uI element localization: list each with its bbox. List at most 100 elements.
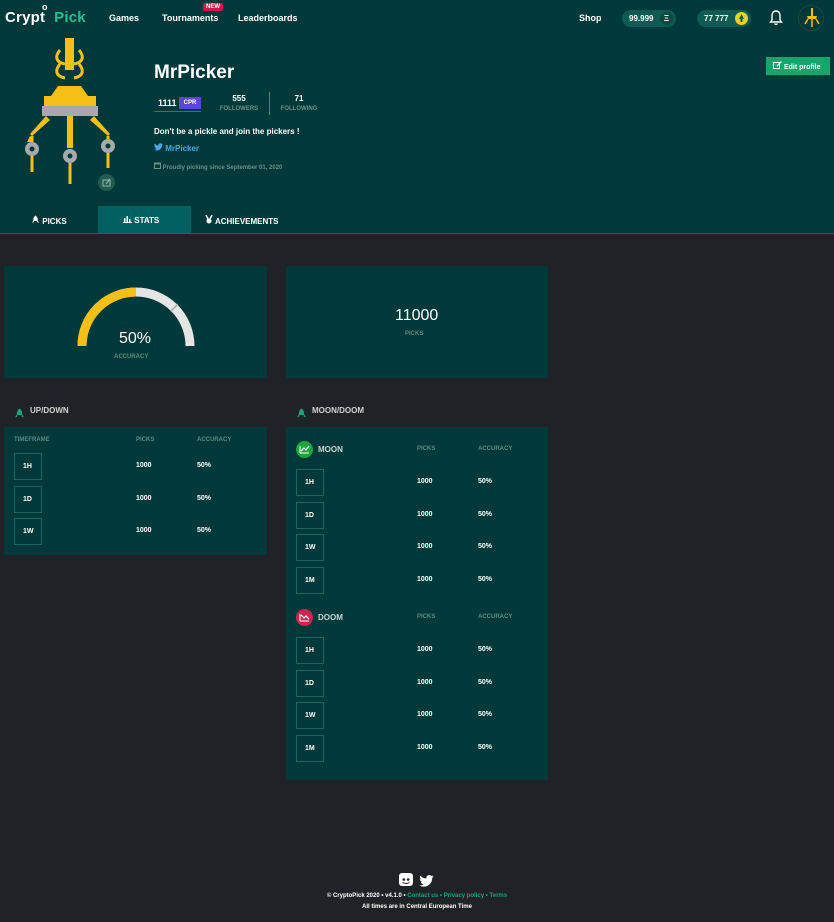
moon-timeframe-1m[interactable]: 1M bbox=[296, 567, 324, 594]
moon-picks: 1000 bbox=[417, 478, 433, 485]
coin-balance-value: 77 777 bbox=[704, 14, 729, 23]
moon-picks: 1000 bbox=[417, 511, 433, 518]
nav-shop[interactable]: Shop bbox=[579, 13, 602, 23]
doom-picks: 1000 bbox=[417, 711, 433, 718]
doom-col-picks: PICKS bbox=[417, 614, 436, 620]
updown-accuracy: 50% bbox=[197, 462, 212, 469]
twitter-handle: MrPicker bbox=[165, 144, 200, 153]
trend-down-icon bbox=[296, 609, 313, 626]
trend-up-icon bbox=[296, 441, 313, 458]
edit-icon bbox=[773, 61, 782, 71]
doom-timeframe-1m[interactable]: 1M bbox=[296, 735, 324, 762]
updown-title: UP/DOWN bbox=[30, 406, 69, 415]
tab-picks-label: PICKS bbox=[42, 217, 67, 226]
moon-col-picks: PICKS bbox=[417, 446, 436, 452]
tab-achievements[interactable]: ACHIEVEMENTS bbox=[205, 206, 305, 233]
moon-timeframe-1w[interactable]: 1W bbox=[296, 534, 324, 561]
col-timeframe: TIMEFRAME bbox=[14, 437, 50, 443]
coin-icon bbox=[735, 12, 748, 25]
updown-card: TIMEFRAME PICKS ACCURACY 1H 1000 50% 1D … bbox=[4, 427, 267, 555]
edit-avatar-button[interactable] bbox=[98, 174, 115, 191]
doom-accuracy: 50% bbox=[478, 646, 493, 653]
rocket-icon bbox=[14, 405, 25, 423]
eth-balance-pill[interactable]: 99.999 Ξ bbox=[622, 10, 676, 27]
twitter-icon bbox=[154, 143, 163, 153]
new-badge: NEW bbox=[203, 3, 223, 11]
doom-accuracy: 50% bbox=[478, 679, 493, 686]
doom-timeframe-1h[interactable]: 1H bbox=[296, 637, 324, 664]
moon-timeframe-1h[interactable]: 1H bbox=[296, 469, 324, 496]
nav-games[interactable]: Games bbox=[109, 13, 139, 23]
following-count[interactable]: 71 bbox=[274, 94, 324, 103]
moon-label: MOON bbox=[318, 445, 343, 454]
doom-timeframe-1d[interactable]: 1D bbox=[296, 670, 324, 697]
accuracy-label: ACCURACY bbox=[114, 354, 149, 360]
calendar-icon bbox=[154, 162, 161, 171]
col-picks: PICKS bbox=[136, 437, 155, 443]
updown-accuracy: 50% bbox=[197, 527, 212, 534]
tab-picks[interactable]: PICKS bbox=[31, 206, 97, 233]
twitter-icon[interactable] bbox=[419, 874, 434, 892]
eth-balance-value: 99.999 bbox=[629, 14, 654, 23]
moondoom-title: MOON/DOOM bbox=[312, 406, 364, 415]
rocket-icon bbox=[31, 215, 40, 226]
nav-tournaments[interactable]: Tournaments bbox=[162, 13, 218, 23]
col-accuracy: ACCURACY bbox=[197, 437, 232, 443]
updown-picks: 1000 bbox=[136, 495, 152, 502]
accuracy-card: 50% ACCURACY bbox=[4, 266, 267, 378]
doom-timeframe-1w[interactable]: 1W bbox=[296, 702, 324, 729]
doom-picks: 1000 bbox=[417, 679, 433, 686]
moon-accuracy: 50% bbox=[478, 478, 493, 485]
score-value: 1111 bbox=[158, 98, 177, 108]
moon-accuracy: 50% bbox=[478, 576, 493, 583]
timeframe-1h[interactable]: 1H bbox=[14, 453, 42, 480]
followers-count[interactable]: 555 bbox=[214, 94, 264, 103]
discord-icon[interactable] bbox=[399, 873, 413, 891]
rocket-icon bbox=[296, 405, 307, 423]
doom-label: DOOM bbox=[318, 613, 343, 622]
doom-col-accuracy: ACCURACY bbox=[478, 614, 513, 620]
claw-avatar-icon bbox=[20, 38, 120, 188]
terms-link[interactable]: Terms bbox=[490, 893, 508, 899]
bar-chart-icon bbox=[123, 216, 132, 225]
twitter-link[interactable]: MrPicker bbox=[154, 143, 199, 153]
tab-achievements-label: ACHIEVEMENTS bbox=[214, 217, 279, 226]
doom-accuracy: 50% bbox=[478, 744, 493, 751]
copyright-text: © CryptoPick 2020 • v4.1.0 • bbox=[326, 893, 406, 899]
moon-accuracy: 50% bbox=[478, 511, 493, 518]
profile-header bbox=[0, 36, 834, 234]
timeframe-1d[interactable]: 1D bbox=[14, 486, 42, 513]
contact-link[interactable]: Contact us bbox=[407, 893, 438, 899]
tab-stats[interactable]: STATS bbox=[98, 206, 191, 233]
following-label: FOLLOWING bbox=[280, 106, 318, 112]
profile-bio: Don't be a pickle and join the pickers ! bbox=[154, 127, 300, 136]
picks-card: 11000 PICKS bbox=[286, 266, 548, 378]
privacy-link[interactable]: Privacy policy bbox=[444, 893, 484, 899]
profile-username: MrPicker bbox=[154, 62, 235, 83]
moon-picks: 1000 bbox=[417, 543, 433, 550]
bell-icon[interactable] bbox=[769, 10, 783, 26]
top-navbar: Crypt o Pick Games Tournaments NEW Leaderb… bbox=[0, 0, 834, 36]
doom-picks: 1000 bbox=[417, 744, 433, 751]
doom-accuracy: 50% bbox=[478, 711, 493, 718]
total-picks-value: 11000 bbox=[395, 307, 439, 324]
coin-balance-pill[interactable]: 77 777 bbox=[697, 10, 751, 27]
nav-leaderboards[interactable]: Leaderboards bbox=[238, 13, 298, 23]
member-since: Proudly picking since September 01, 2020 bbox=[154, 162, 282, 171]
stat-divider bbox=[269, 92, 270, 115]
followers-label: FOLLOWERS bbox=[219, 106, 259, 112]
timeframe-1w[interactable]: 1W bbox=[14, 518, 42, 545]
doom-picks: 1000 bbox=[417, 646, 433, 653]
score-tag: CPR bbox=[179, 97, 201, 109]
moon-timeframe-1d[interactable]: 1D bbox=[296, 502, 324, 529]
tab-stats-label: STATS bbox=[134, 216, 160, 225]
member-since-text: Proudly picking since September 01, 2020 bbox=[162, 165, 283, 171]
total-picks-label: PICKS bbox=[405, 331, 424, 337]
timezone-note: All times are in Central European Time bbox=[362, 904, 472, 910]
edit-profile-button[interactable]: Edit profile bbox=[766, 57, 830, 75]
user-avatar[interactable] bbox=[798, 5, 824, 31]
footer-links: © CryptoPick 2020 • v4.1.0 • Contact us … bbox=[0, 893, 834, 899]
moon-accuracy: 50% bbox=[478, 543, 493, 550]
footer-separator: • bbox=[439, 893, 443, 899]
cryptopick-logo[interactable]: Crypt o Pick bbox=[5, 2, 86, 26]
